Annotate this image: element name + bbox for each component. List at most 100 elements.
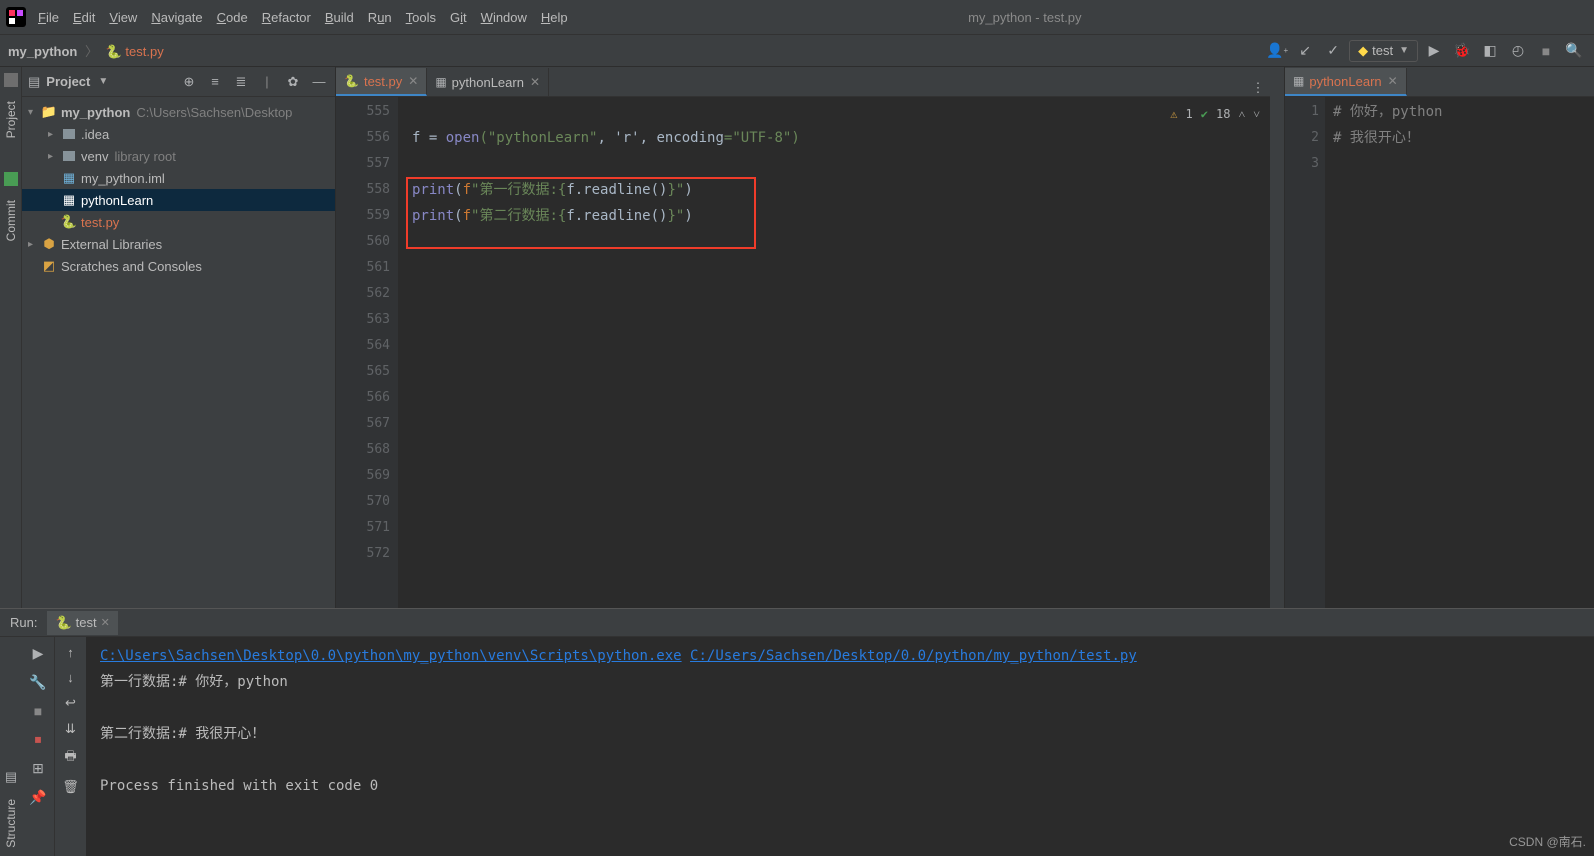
hide-panel-icon[interactable]: — [309, 72, 329, 92]
exit-icon[interactable]: ⏹ [35, 731, 42, 748]
project-tool-icon[interactable] [4, 73, 18, 87]
up-arrow-icon[interactable]: ↑ [67, 645, 74, 660]
print-icon[interactable]: 🖶 [64, 747, 76, 769]
gear-icon[interactable]: ✿ [283, 72, 303, 92]
editor-area: 🐍 test.py ✕ ▦ pythonLearn ✕ ⋮ 555556557 … [336, 67, 1270, 608]
vcs-commit-icon[interactable]: ✓ [1321, 39, 1345, 63]
project-view-dropdown[interactable]: ▼ [98, 76, 108, 87]
menu-view[interactable]: View [109, 10, 137, 25]
tree-ext-lib-label: External Libraries [61, 237, 162, 252]
run-link-script[interactable]: C:/Users/Sachsen/Desktop/0.0/python/my_p… [690, 648, 1137, 664]
close-icon[interactable]: ✕ [530, 75, 540, 89]
run-tools-output: ↑ ↓ ↩ ⇊ 🖶 🗑 [54, 637, 86, 856]
locate-icon[interactable]: ⊕ [179, 72, 199, 92]
trash-icon[interactable]: 🗑 [62, 779, 79, 795]
rerun-icon[interactable]: ▶ [33, 645, 44, 662]
vcs-update-icon[interactable]: ↙ [1293, 39, 1317, 63]
menu-help[interactable]: Help [541, 10, 568, 25]
menu-tools[interactable]: Tools [406, 10, 436, 25]
menu-navigate[interactable]: Navigate [151, 10, 202, 25]
pin-icon[interactable]: 📌 [29, 789, 46, 806]
editor-tabs: 🐍 test.py ✕ ▦ pythonLearn ✕ ⋮ [336, 67, 1270, 97]
next-highlight-icon[interactable]: ˅ [1253, 101, 1260, 127]
close-icon[interactable]: ✕ [1388, 74, 1398, 88]
project-panel-header: ▤ Project ▼ ⊕ ≡ ≣ | ✿ — [22, 67, 335, 97]
menu-bar: File Edit View Navigate Code Refactor Bu… [0, 0, 1594, 35]
scroll-to-end-icon[interactable]: ⇊ [65, 721, 76, 737]
tree-plearn-label: pythonLearn [81, 193, 153, 208]
coverage-icon[interactable]: ◧ [1478, 39, 1502, 63]
tabs-more-icon[interactable]: ⋮ [1246, 80, 1270, 96]
structure-icon[interactable]: ▤ [5, 769, 17, 785]
run-out-line2: 第二行数据:# 我很开心！ [100, 721, 1580, 747]
tab-testpy-label: test.py [364, 74, 402, 89]
commit-tool-icon[interactable] [4, 172, 18, 186]
expand-all-icon[interactable]: ≡ [205, 72, 225, 92]
stop-icon[interactable]: ■ [34, 703, 42, 719]
debug-button[interactable]: 🐞 [1450, 39, 1474, 63]
left-stripe: Project Commit [0, 67, 22, 608]
run-out-line1: 第一行数据:# 你好，python [100, 669, 1580, 695]
breadcrumb[interactable]: my_python 〉 🐍 test.py [8, 41, 164, 60]
profiler-icon[interactable]: ◴ [1506, 39, 1530, 63]
search-icon[interactable]: 🔍 [1562, 39, 1586, 63]
prev-highlight-icon[interactable]: ˄ [1238, 101, 1245, 127]
run-button[interactable]: ▶ [1422, 39, 1446, 63]
inspection-indicators[interactable]: ⚠1 ✔18 ˄ ˅ [1170, 101, 1260, 127]
folder-icon: ▤ [28, 74, 40, 90]
tree-pythonlearn[interactable]: ▦ pythonLearn [22, 189, 335, 211]
layout-icon[interactable]: ⊞ [32, 760, 44, 777]
close-icon[interactable]: ✕ [101, 616, 110, 629]
run-tab[interactable]: 🐍 test ✕ [47, 611, 117, 635]
tree-ext-lib[interactable]: ▸⬢ External Libraries [22, 233, 335, 255]
window-title: my_python - test.py [582, 10, 1468, 25]
menu-code[interactable]: Code [217, 10, 248, 25]
right-code-editor[interactable]: # 你好，python # 我很开心！ [1325, 97, 1594, 608]
run-tab-label: test [76, 615, 97, 630]
tree-testpy[interactable]: 🐍 test.py [22, 211, 335, 233]
menu-edit[interactable]: Edit [73, 10, 95, 25]
menu-file[interactable]: File [38, 10, 59, 25]
run-link-interpreter[interactable]: C:\Users\Sachsen\Desktop\0.0\python\my_p… [100, 648, 682, 664]
tree-root[interactable]: ▾ 📁 my_python C:\Users\Sachsen\Desktop [22, 101, 335, 123]
project-panel-title[interactable]: Project [46, 74, 90, 89]
code-editor[interactable]: ⚠1 ✔18 ˄ ˅ f = open("pythonLearn", 'r', … [398, 97, 1270, 608]
app-logo-icon [6, 7, 26, 27]
right-editor: 123 # 你好，python # 我很开心！ [1285, 97, 1594, 608]
menu-run[interactable]: Run [368, 10, 392, 25]
tree-iml[interactable]: ▦ my_python.iml [22, 167, 335, 189]
tree-scratches[interactable]: ◩ Scratches and Consoles [22, 255, 335, 277]
soft-wrap-icon[interactable]: ↩ [65, 695, 76, 711]
tree-iml-label: my_python.iml [81, 171, 165, 186]
run-title: Run: [10, 615, 37, 630]
menu-window[interactable]: Window [481, 10, 527, 25]
run-config-name: test [1372, 43, 1393, 58]
run-panel: Run: 🐍 test ✕ Structure ▤ ▶ 🔧 ■ ⏹ ⊞ 📌 ↑ … [0, 608, 1594, 856]
vtab-project[interactable]: Project [2, 93, 20, 146]
menu-git[interactable]: Git [450, 10, 467, 25]
tab-right-pythonlearn[interactable]: ▦ pythonLearn ✕ [1285, 68, 1407, 96]
project-root-name: my_python [61, 105, 130, 120]
tree-venv[interactable]: ▸ venv library root [22, 145, 335, 167]
close-icon[interactable]: ✕ [408, 74, 418, 88]
main-area: Project Commit ▤ Project ▼ ⊕ ≡ ≣ | ✿ — ▾… [0, 67, 1594, 608]
project-tree: ▾ 📁 my_python C:\Users\Sachsen\Desktop ▸… [22, 97, 335, 608]
tab-testpy[interactable]: 🐍 test.py ✕ [336, 68, 427, 96]
stop-button[interactable]: ■ [1534, 39, 1558, 63]
run-config-combo[interactable]: ◆ test ▼ [1349, 40, 1418, 62]
add-user-icon[interactable]: 👤+ [1265, 39, 1289, 63]
right-panel: ▦ pythonLearn ✕ 123 # 你好，python # 我很开心！ [1284, 67, 1594, 608]
menu-refactor[interactable]: Refactor [262, 10, 311, 25]
vtab-commit[interactable]: Commit [2, 192, 20, 249]
collapse-all-icon[interactable]: ≣ [231, 72, 251, 92]
menu-build[interactable]: Build [325, 10, 354, 25]
vtab-structure[interactable]: Structure [2, 791, 20, 856]
right-stripe [1270, 67, 1284, 608]
run-output[interactable]: C:\Users\Sachsen\Desktop\0.0\python\my_p… [86, 637, 1594, 856]
run-body: Structure ▤ ▶ 🔧 ■ ⏹ ⊞ 📌 ↑ ↓ ↩ ⇊ 🖶 🗑 C:\U… [0, 637, 1594, 856]
down-arrow-icon[interactable]: ↓ [67, 670, 74, 685]
gutter: 555556557 558559560 561562563 564565566 … [336, 97, 398, 608]
tree-idea[interactable]: ▸ .idea [22, 123, 335, 145]
wrench-icon[interactable]: 🔧 [29, 674, 46, 691]
tab-pythonlearn[interactable]: ▦ pythonLearn ✕ [427, 68, 549, 96]
